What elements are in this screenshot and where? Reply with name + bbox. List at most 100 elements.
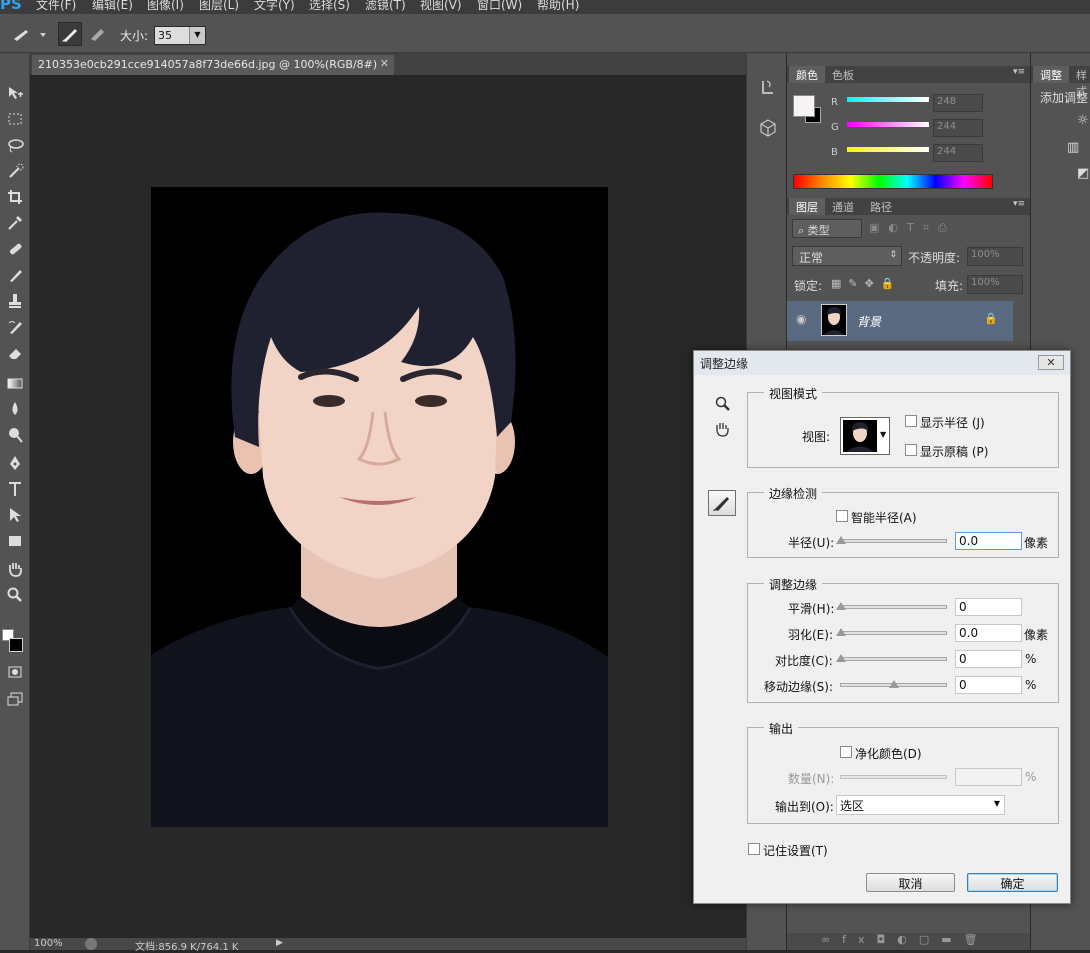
quick-mask-button[interactable] bbox=[0, 660, 30, 684]
brush-tool[interactable] bbox=[0, 263, 30, 287]
brightness-adjust-icon[interactable]: ☼ bbox=[1077, 113, 1089, 128]
clone-stamp-tool[interactable] bbox=[0, 289, 30, 313]
remember-settings-checkbox[interactable] bbox=[748, 843, 760, 855]
menu-window[interactable]: 窗口(W) bbox=[477, 0, 522, 13]
history-panel-button[interactable] bbox=[759, 77, 777, 99]
shift-edge-slider-thumb[interactable] bbox=[889, 680, 899, 688]
view-mode-picker[interactable]: ▼ bbox=[840, 417, 890, 455]
feather-input[interactable]: 0.0 bbox=[955, 624, 1022, 642]
hand-tool-button[interactable] bbox=[713, 420, 733, 440]
layers-footer-icons[interactable]: ∞fx◘◐▢▬🗑 bbox=[787, 933, 1031, 950]
g-slider[interactable] bbox=[847, 122, 929, 127]
gradient-tool[interactable] bbox=[0, 371, 30, 395]
status-menu-arrow-icon[interactable]: ▶ bbox=[276, 938, 283, 948]
tab-styles[interactable]: 样式 bbox=[1069, 66, 1090, 98]
screen-mode-button[interactable] bbox=[0, 687, 30, 711]
close-tab-icon[interactable]: ✕ bbox=[380, 57, 389, 70]
panel-menu-icon[interactable]: ▾≡ bbox=[1013, 67, 1025, 77]
layers-panel-menu-icon[interactable]: ▾≡ bbox=[1013, 199, 1025, 209]
eraser-tool[interactable] bbox=[0, 341, 30, 365]
show-radius-checkbox[interactable] bbox=[905, 415, 917, 427]
menu-edit[interactable]: 编辑(E) bbox=[92, 0, 133, 13]
crop-tool[interactable] bbox=[0, 185, 30, 209]
shift-edge-input[interactable]: 0 bbox=[955, 676, 1022, 694]
levels-adjust-icon[interactable]: ▥ bbox=[1067, 140, 1079, 155]
tab-swatches[interactable]: 色板 bbox=[825, 66, 861, 83]
healing-brush-tool[interactable] bbox=[0, 237, 30, 261]
cancel-button[interactable]: 取消 bbox=[866, 873, 955, 892]
blur-tool[interactable] bbox=[0, 397, 30, 421]
dialog-close-button[interactable]: ✕ bbox=[1038, 355, 1064, 370]
document-tab[interactable]: 210353e0cb291cce914057a8f73de66d.jpg @ 1… bbox=[32, 55, 394, 75]
hand-tool[interactable] bbox=[0, 557, 30, 581]
curves-adjust-icon[interactable]: ◩ bbox=[1077, 166, 1089, 181]
refine-radius-tool-button[interactable] bbox=[708, 490, 736, 516]
marquee-tool[interactable] bbox=[0, 107, 30, 131]
decontaminate-checkbox[interactable] bbox=[840, 746, 852, 758]
tab-channels[interactable]: 通道 bbox=[825, 198, 861, 215]
menu-file[interactable]: 文件(F) bbox=[36, 0, 76, 13]
color-spectrum-bar[interactable] bbox=[793, 174, 993, 189]
size-input[interactable]: 35 ▼ bbox=[154, 26, 206, 45]
tool-preset-picker[interactable] bbox=[8, 25, 48, 43]
feather-slider[interactable] bbox=[840, 631, 947, 635]
fill-input[interactable]: 100% bbox=[967, 275, 1023, 294]
b-input[interactable]: 244 bbox=[933, 144, 983, 162]
layer-visibility-eye-icon[interactable]: ◉ bbox=[796, 312, 806, 326]
ok-button[interactable]: 确定 bbox=[967, 873, 1058, 892]
smooth-slider-thumb[interactable] bbox=[836, 602, 846, 610]
opacity-input[interactable]: 100% bbox=[967, 247, 1023, 266]
zoom-tool-button[interactable] bbox=[714, 395, 732, 413]
smooth-slider[interactable] bbox=[840, 605, 947, 609]
feather-slider-thumb[interactable] bbox=[836, 628, 846, 636]
eyedropper-tool[interactable] bbox=[0, 211, 30, 235]
radius-input[interactable]: 0.0 bbox=[955, 532, 1022, 550]
menu-type[interactable]: 文字(Y) bbox=[254, 0, 295, 13]
b-slider[interactable] bbox=[847, 147, 929, 152]
tab-adjustments[interactable]: 调整 bbox=[1033, 66, 1069, 83]
output-to-select[interactable]: 选区 ▼ bbox=[836, 795, 1005, 815]
layer-filter-icons[interactable]: ▣◐T⌗⎙ bbox=[869, 221, 1009, 236]
contrast-input[interactable]: 0 bbox=[955, 650, 1022, 668]
lasso-tool[interactable] bbox=[0, 133, 30, 157]
size-dropdown-icon[interactable]: ▼ bbox=[189, 27, 205, 44]
type-tool[interactable] bbox=[0, 477, 30, 501]
tab-color[interactable]: 颜色 bbox=[789, 66, 825, 83]
move-tool[interactable] bbox=[0, 81, 30, 105]
radius-slider[interactable] bbox=[840, 539, 947, 543]
path-selection-tool[interactable] bbox=[0, 503, 30, 527]
tab-layers[interactable]: 图层 bbox=[789, 198, 825, 215]
r-slider[interactable] bbox=[847, 97, 929, 102]
g-input[interactable]: 244 bbox=[933, 119, 983, 137]
menu-filter[interactable]: 滤镜(T) bbox=[365, 0, 406, 13]
menu-image[interactable]: 图像(I) bbox=[147, 0, 184, 13]
color-swatches[interactable] bbox=[2, 629, 28, 657]
blend-mode-select[interactable]: 正常 ⇕ bbox=[792, 246, 902, 266]
refine-radius-tool-button[interactable] bbox=[58, 22, 82, 46]
smooth-input[interactable]: 0 bbox=[955, 598, 1022, 616]
tab-paths[interactable]: 路径 bbox=[863, 198, 899, 215]
menu-view[interactable]: 视图(V) bbox=[420, 0, 462, 13]
background-color-swatch[interactable] bbox=[9, 638, 23, 652]
properties-panel-button[interactable] bbox=[759, 117, 777, 139]
document-canvas[interactable] bbox=[151, 187, 608, 827]
dodge-tool[interactable] bbox=[0, 423, 30, 447]
show-original-checkbox[interactable] bbox=[905, 444, 917, 456]
quick-selection-tool[interactable] bbox=[0, 159, 30, 183]
layer-filter-kind[interactable]: ⌕ 类型 bbox=[792, 219, 862, 238]
menu-help[interactable]: 帮助(H) bbox=[537, 0, 579, 13]
lock-icons[interactable]: ▦✎✥🔒 bbox=[831, 277, 911, 292]
erase-refinements-tool-button[interactable] bbox=[86, 22, 110, 46]
zoom-tool[interactable] bbox=[0, 583, 30, 607]
pen-tool[interactable] bbox=[0, 451, 30, 475]
menu-select[interactable]: 选择(S) bbox=[309, 0, 350, 13]
radius-slider-thumb[interactable] bbox=[836, 536, 846, 544]
history-brush-tool[interactable] bbox=[0, 315, 30, 339]
contrast-slider-thumb[interactable] bbox=[836, 654, 846, 662]
r-input[interactable]: 248 bbox=[933, 94, 983, 112]
status-info-icon[interactable] bbox=[85, 938, 97, 950]
rectangle-tool[interactable] bbox=[0, 529, 30, 553]
menu-layer[interactable]: 图层(L) bbox=[199, 0, 239, 13]
smart-radius-checkbox[interactable] bbox=[836, 510, 848, 522]
layer-row-background[interactable]: ◉ 背景 🔒 bbox=[787, 301, 1013, 341]
